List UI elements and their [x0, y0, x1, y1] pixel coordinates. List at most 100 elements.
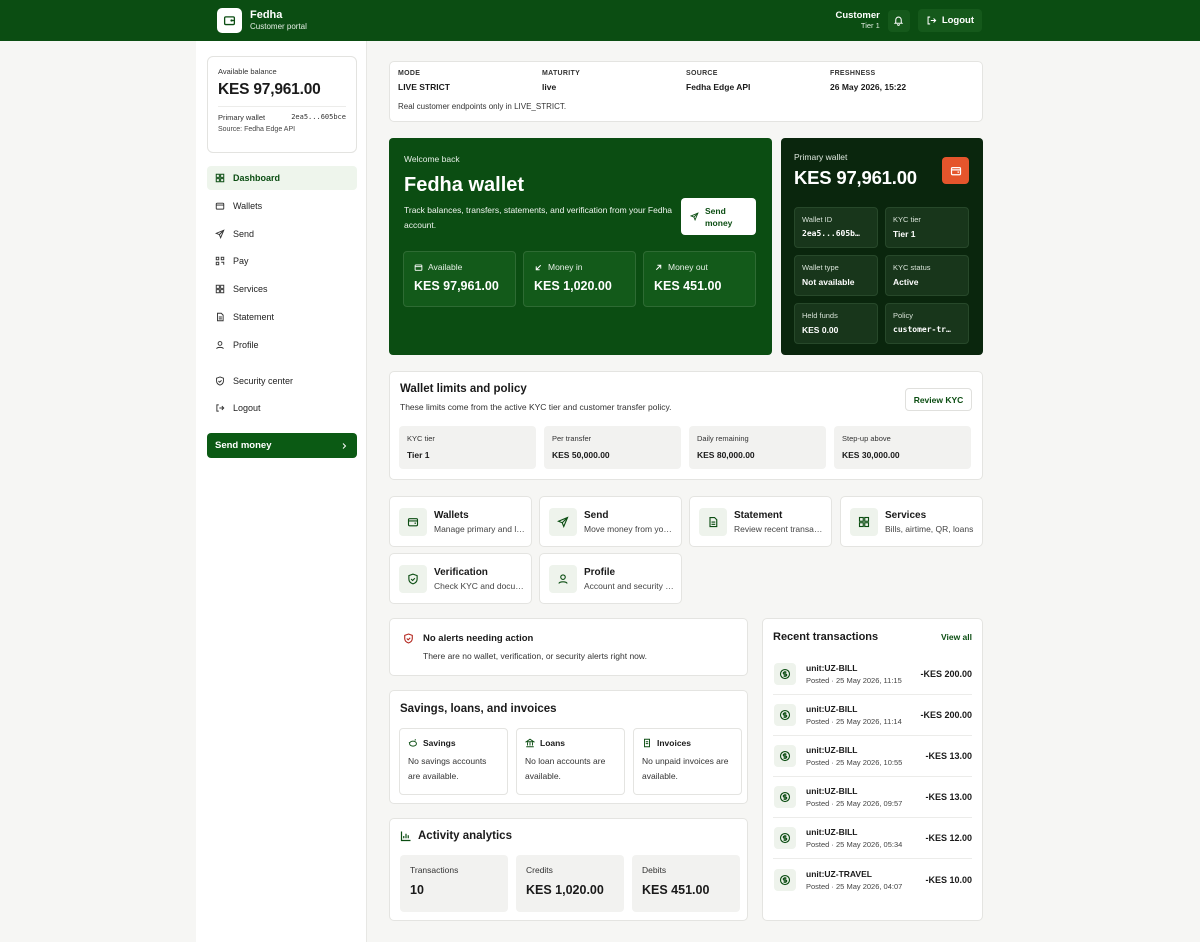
shield-alert-icon — [404, 633, 413, 644]
tile-title: Statement — [734, 509, 783, 521]
held-funds-cell: Held funds KES 0.00 — [794, 303, 878, 344]
savings-cell: Savings No savings accounts are availabl… — [399, 728, 508, 795]
sidebar-item-label: Send — [233, 228, 255, 239]
cell-title: Invoices — [657, 738, 692, 748]
notifications-button[interactable] — [887, 9, 910, 32]
savings-loans-card: Savings, loans, and invoices Savings No … — [389, 690, 748, 804]
dollar-icon — [774, 663, 796, 685]
transaction-row[interactable]: unit:UZ-BILL Posted · 25 May 2026, 09:57… — [773, 777, 972, 818]
analytics-label: Transactions — [410, 865, 459, 875]
cell-value: Tier 1 — [893, 229, 916, 239]
sidebar-item-security-center[interactable]: Security center — [207, 369, 357, 393]
alerts-card: No alerts needing action There are no wa… — [389, 618, 748, 676]
tile-wallets[interactable]: Wallets Manage primary and linked wallet… — [389, 496, 532, 547]
transaction-meta: Posted · 25 May 2026, 11:15 — [806, 676, 902, 685]
transaction-amount: -KES 200.00 — [920, 669, 972, 679]
primary-wallet-card: Primary wallet KES 97,961.00 Wallet ID 2… — [781, 138, 983, 355]
grid-icon — [215, 284, 225, 294]
limit-label: Step-up above — [842, 434, 891, 443]
savings-title: Savings, loans, and invoices — [400, 703, 557, 715]
transaction-name: unit:UZ-BILL — [806, 663, 858, 673]
welcome-greeting: Welcome back — [404, 154, 460, 164]
mode-value: LIVE STRICT — [398, 82, 450, 92]
sidebar-item-label: Wallets — [233, 200, 263, 211]
grid-icon — [850, 507, 878, 536]
review-kyc-button[interactable]: Review KYC — [905, 388, 972, 411]
wallet-id-cell: Wallet ID 2ea5...605b… — [794, 207, 878, 248]
cell-value: 2ea5...605b… — [802, 229, 860, 238]
send-icon — [549, 507, 577, 536]
limit-kyc-tier: KYC tier Tier 1 — [399, 426, 536, 469]
tile-title: Verification — [434, 566, 488, 578]
stat-value: KES 97,961.00 — [414, 279, 499, 293]
tile-send[interactable]: Send Move money from your wallet — [539, 496, 682, 547]
transaction-meta: Posted · 25 May 2026, 09:57 — [806, 799, 903, 808]
transaction-meta: Posted · 25 May 2026, 11:14 — [806, 717, 902, 726]
logout-icon — [927, 16, 937, 25]
sidebar-item-profile[interactable]: Profile — [207, 333, 357, 357]
send-money-label: Send money — [215, 440, 272, 451]
wallet-icon — [414, 264, 423, 271]
send-money-button[interactable]: Send money — [681, 198, 756, 235]
wallet-badge-icon — [942, 157, 969, 184]
send-label-line1: Send — [705, 205, 726, 216]
source-value: Fedha Edge API — [686, 82, 751, 92]
transaction-amount: -KES 13.00 — [925, 751, 972, 761]
cell-title: Savings — [423, 738, 456, 748]
analytics-label: Debits — [642, 865, 667, 875]
wallet-logo-icon — [217, 8, 242, 33]
maturity-value: live — [542, 82, 557, 92]
cell-value: Active — [893, 277, 919, 287]
analytics-label: Credits — [526, 865, 553, 875]
transaction-row[interactable]: unit:UZ-TRAVEL Posted · 25 May 2026, 04:… — [773, 859, 972, 900]
logout-button[interactable]: Logout — [917, 9, 982, 32]
balance-amount: KES 97,961.00 — [218, 81, 321, 98]
invoices-cell: Invoices No unpaid invoices are availabl… — [633, 728, 742, 795]
brand-title: Fedha — [250, 9, 283, 21]
stat-label: Available — [428, 262, 463, 272]
user-info: Customer Tier 1 — [835, 10, 879, 31]
balance-source: Source: Fedha Edge API — [218, 126, 296, 133]
transaction-row[interactable]: unit:UZ-BILL Posted · 25 May 2026, 05:34… — [773, 818, 972, 859]
tile-services[interactable]: Services Bills, airtime, QR, loans — [840, 496, 983, 547]
transaction-meta: Posted · 25 May 2026, 05:34 — [806, 840, 903, 849]
transaction-name: unit:UZ-BILL — [806, 704, 858, 714]
source-label: SOURCE — [686, 70, 718, 77]
chevron-right-icon — [342, 442, 347, 449]
sidebar-item-label: Profile — [233, 339, 259, 350]
stat-label: Money out — [668, 262, 708, 272]
tile-profile[interactable]: Profile Account and security settings — [539, 553, 682, 604]
sidebar-item-wallets[interactable]: Wallets — [207, 194, 357, 218]
tile-title: Send — [584, 509, 609, 521]
brand[interactable]: Fedha Customer portal — [217, 8, 307, 33]
sidebar-item-send[interactable]: Send — [207, 222, 357, 246]
maturity-label: MATURITY — [542, 70, 581, 77]
analytics-debits: Debits KES 451.00 — [632, 855, 740, 912]
sidebar-item-statement[interactable]: Statement — [207, 305, 357, 329]
sidebar-nav: Dashboard Wallets Send Pay Services Stat… — [207, 166, 357, 424]
sidebar-item-label: Pay — [233, 256, 249, 267]
sidebar-item-logout[interactable]: Logout — [207, 396, 357, 420]
welcome-title: Fedha wallet — [404, 174, 525, 196]
view-all-link[interactable]: View all — [941, 632, 972, 642]
cell-label: KYC status — [893, 263, 931, 272]
transaction-row[interactable]: unit:UZ-BILL Posted · 25 May 2026, 10:55… — [773, 736, 972, 777]
tile-subtitle: Manage primary and linked wallets — [434, 523, 526, 534]
analytics-value: KES 451.00 — [642, 883, 710, 897]
tile-verification[interactable]: Verification Check KYC and documents — [389, 553, 532, 604]
sidebar-item-services[interactable]: Services — [207, 277, 357, 301]
recent-transactions-card: Recent transactions View all unit:UZ-BIL… — [762, 618, 983, 921]
dashboard-icon — [215, 173, 225, 183]
transaction-row[interactable]: unit:UZ-BILL Posted · 25 May 2026, 11:14… — [773, 695, 972, 736]
limit-value: KES 50,000.00 — [552, 450, 610, 460]
sidebar-item-dashboard[interactable]: Dashboard — [207, 166, 357, 190]
tile-statement[interactable]: Statement Review recent transactions — [689, 496, 832, 547]
kyc-status-cell: KYC status Active — [885, 255, 969, 296]
shield-icon — [399, 564, 427, 593]
tile-subtitle: Review recent transactions — [734, 523, 826, 534]
transaction-row[interactable]: unit:UZ-BILL Posted · 25 May 2026, 11:15… — [773, 654, 972, 695]
send-money-sidebar-button[interactable]: Send money — [207, 433, 357, 458]
stat-value: KES 1,020.00 — [534, 279, 612, 293]
arrow-up-right-icon — [655, 264, 662, 270]
sidebar-item-pay[interactable]: Pay — [207, 249, 357, 273]
